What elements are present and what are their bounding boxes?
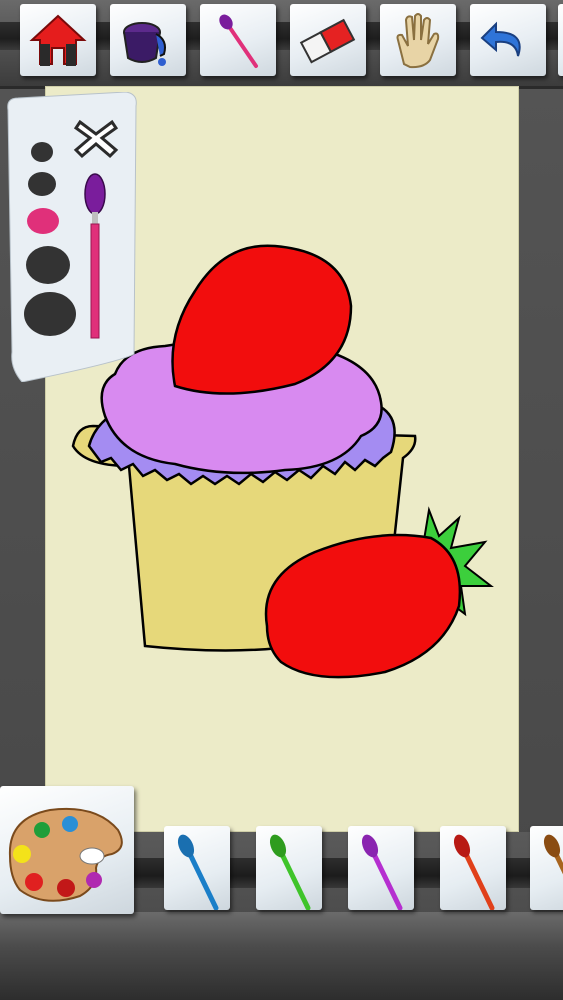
more-tools-card[interactable] [558, 4, 563, 76]
eraser-icon [299, 18, 356, 64]
paint-bucket-icon [123, 22, 166, 66]
brush-size-xl[interactable] [24, 292, 76, 336]
brush-red[interactable] [440, 826, 506, 910]
brown-brush-icon [543, 834, 563, 875]
brush-size-l[interactable] [26, 246, 70, 284]
close-icon[interactable] [72, 116, 120, 160]
eraser-button[interactable] [290, 4, 366, 76]
paint-palette-icon [8, 807, 123, 902]
home-button[interactable] [20, 4, 96, 76]
brush-tool-icon [219, 14, 258, 68]
brush-teal[interactable] [164, 826, 230, 910]
undo-icon [480, 21, 521, 57]
brush-size-s[interactable] [28, 172, 56, 196]
paint-bucket-button[interactable] [110, 4, 186, 76]
brush-size-panel [2, 92, 140, 382]
brush-tool-button[interactable] [200, 4, 276, 76]
teal-brush-icon [177, 834, 219, 910]
brush-size-xs[interactable] [31, 142, 53, 162]
brush-purple[interactable] [348, 826, 414, 910]
home-icon [29, 14, 87, 66]
red-brush-icon [453, 834, 495, 910]
coloring-app [0, 0, 563, 1000]
green-brush-icon [269, 834, 311, 910]
undo-button[interactable] [470, 4, 546, 76]
color-palette-button[interactable] [0, 786, 134, 914]
brush-brown[interactable] [530, 826, 563, 910]
purple-brush-icon [361, 834, 403, 910]
bottom-floor [0, 912, 563, 1000]
selected-brush-icon [84, 173, 106, 339]
hand-pan-icon [396, 13, 440, 69]
brush-size-m-selected[interactable] [27, 208, 59, 234]
brush-green[interactable] [256, 826, 322, 910]
hand-pan-button[interactable] [380, 4, 456, 76]
